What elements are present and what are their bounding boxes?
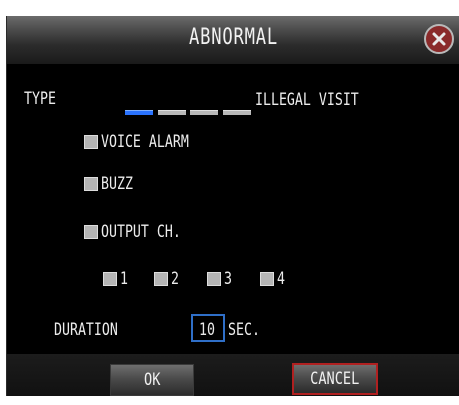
channel-4-checkbox[interactable] <box>260 272 274 286</box>
output-ch-checkbox[interactable] <box>84 225 98 239</box>
channel-3-checkbox[interactable] <box>207 272 221 286</box>
type-segment-3[interactable] <box>190 110 218 115</box>
dialog-footer <box>7 354 459 396</box>
cancel-button-label: CANCEL <box>310 369 360 389</box>
type-segment-4[interactable] <box>223 110 251 115</box>
channel-2-checkbox[interactable] <box>154 272 168 286</box>
voice-alarm-label: VOICE ALARM <box>101 132 189 152</box>
channel-1-label: 1 <box>120 269 128 289</box>
duration-input[interactable]: 10 <box>191 314 225 342</box>
type-value: ILLEGAL VISIT <box>255 90 359 110</box>
type-label: TYPE <box>24 89 56 109</box>
duration-value: 10 <box>199 320 215 340</box>
type-segment-1[interactable] <box>125 110 153 115</box>
duration-label: DURATION <box>54 320 118 340</box>
voice-alarm-checkbox[interactable] <box>84 135 98 149</box>
duration-unit: SEC. <box>228 320 260 340</box>
cancel-button[interactable]: CANCEL <box>292 363 378 395</box>
ok-button-label: OK <box>143 370 161 390</box>
channel-4-label: 4 <box>277 269 285 289</box>
channel-3-label: 3 <box>224 269 232 289</box>
close-button[interactable] <box>424 24 454 54</box>
buzz-label: BUZZ <box>101 174 133 194</box>
channel-1-checkbox[interactable] <box>103 272 117 286</box>
ok-button[interactable]: OK <box>110 364 194 396</box>
channel-2-label: 2 <box>171 269 179 289</box>
abnormal-dialog: ABNORMAL TYPE ILLEGAL VISIT VOICE ALARM … <box>6 16 459 396</box>
title-bar: ABNORMAL <box>7 16 459 64</box>
type-segment-2[interactable] <box>158 110 186 115</box>
close-x-circle-icon <box>432 32 446 46</box>
buzz-checkbox[interactable] <box>84 177 98 191</box>
dialog-title: ABNORMAL <box>189 25 278 50</box>
output-ch-label: OUTPUT CH. <box>101 222 181 242</box>
